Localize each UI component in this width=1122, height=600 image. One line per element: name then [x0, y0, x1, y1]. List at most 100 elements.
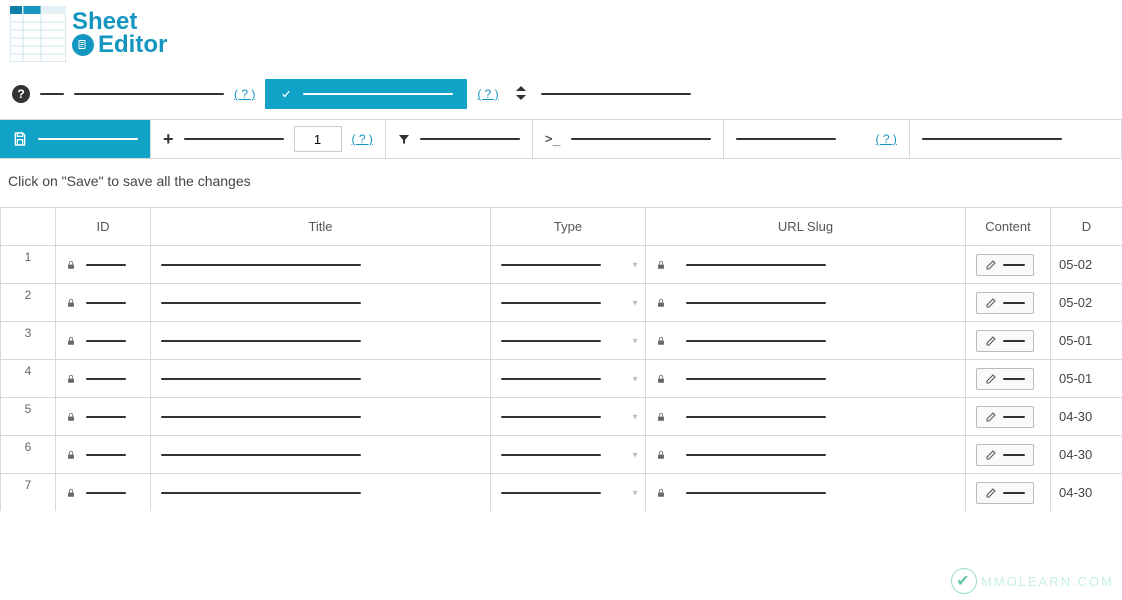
edit-content-button[interactable] — [976, 444, 1034, 466]
help-link-toolbar[interactable]: ( ? ) — [352, 132, 373, 146]
table-row: 3▼05-01 — [0, 321, 1122, 359]
dropdown-arrow-icon[interactable]: ▼ — [631, 298, 639, 307]
dropdown-arrow-icon[interactable]: ▼ — [631, 260, 639, 269]
header-type[interactable]: Type — [490, 207, 645, 245]
date-cell[interactable]: 05-01 — [1050, 359, 1122, 397]
brand-logo: Sheet Editor — [10, 6, 167, 62]
id-cell[interactable] — [55, 359, 150, 397]
toolbar-segment-6[interactable] — [909, 120, 1121, 158]
header-id[interactable]: ID — [55, 207, 150, 245]
type-cell[interactable]: ▼ — [490, 473, 645, 511]
edit-content-button[interactable] — [976, 482, 1034, 504]
edit-content-button[interactable] — [976, 330, 1034, 352]
date-cell[interactable]: 05-02 — [1050, 283, 1122, 321]
edit-content-button[interactable] — [976, 254, 1034, 276]
rownum-cell: 5 — [0, 397, 55, 435]
dropdown-arrow-icon[interactable]: ▼ — [631, 374, 639, 383]
id-cell[interactable] — [55, 283, 150, 321]
terminal-segment[interactable]: >_ — [532, 120, 723, 158]
table-row: 2 ▼ 05-02 — [0, 283, 1122, 321]
header-content[interactable]: Content — [965, 207, 1050, 245]
rownum-cell: 4 — [0, 359, 55, 397]
text-placeholder — [38, 138, 138, 140]
content-cell — [965, 435, 1050, 473]
rows-count-input[interactable] — [294, 126, 342, 152]
slug-cell[interactable] — [645, 435, 965, 473]
id-cell[interactable] — [55, 473, 150, 511]
slug-cell[interactable] — [645, 321, 965, 359]
header-rownum — [0, 207, 55, 245]
filter-segment[interactable] — [385, 120, 532, 158]
primary-action-button[interactable] — [265, 79, 467, 109]
table-row: 7 ▼ 04-30 — [0, 473, 1122, 511]
slug-cell[interactable] — [645, 397, 965, 435]
date-cell[interactable]: 05-02 — [1050, 245, 1122, 283]
content-cell — [965, 397, 1050, 435]
id-cell[interactable] — [55, 435, 150, 473]
edit-content-button[interactable] — [976, 368, 1034, 390]
dropdown-arrow-icon[interactable]: ▼ — [631, 336, 639, 345]
title-cell[interactable] — [150, 473, 490, 511]
type-cell[interactable]: ▼ — [490, 397, 645, 435]
header-controls-bar: ? ( ? ) ( ? ) — [0, 65, 1122, 119]
sort-icon[interactable] — [515, 86, 527, 103]
watermark: ✔ MMOLEARN.COM — [951, 568, 1114, 594]
date-cell[interactable]: 04-30 — [1050, 473, 1122, 511]
edit-content-button[interactable] — [976, 406, 1034, 428]
title-cell[interactable] — [150, 359, 490, 397]
type-cell[interactable]: ▼ — [490, 435, 645, 473]
toolbar-segment-5[interactable]: ( ? ) — [723, 120, 909, 158]
type-cell[interactable]: ▼ — [490, 321, 645, 359]
date-cell[interactable]: 04-30 — [1050, 397, 1122, 435]
type-cell[interactable]: ▼ — [490, 359, 645, 397]
table-row: 5 ▼ 04-30 — [0, 397, 1122, 435]
id-cell[interactable] — [55, 245, 150, 283]
title-cell[interactable] — [150, 397, 490, 435]
watermark-icon: ✔ — [951, 568, 977, 594]
id-cell[interactable] — [55, 321, 150, 359]
date-cell[interactable]: 05-01 — [1050, 321, 1122, 359]
text-placeholder — [184, 138, 284, 140]
header-title[interactable]: Title — [150, 207, 490, 245]
type-cell[interactable]: ▼ — [490, 283, 645, 321]
dropdown-arrow-icon[interactable]: ▼ — [631, 488, 639, 497]
slug-cell[interactable] — [645, 283, 965, 321]
logo-area: Sheet Editor — [0, 0, 1122, 65]
help-link-toolbar-2[interactable]: ( ? ) — [876, 132, 897, 146]
watermark-text: MMOLEARN.COM — [981, 574, 1114, 589]
rownum-cell: 7 — [0, 473, 55, 511]
date-cell[interactable]: 04-30 — [1050, 435, 1122, 473]
table-row: 6▼04-30 — [0, 435, 1122, 473]
plus-icon[interactable]: + — [163, 129, 174, 150]
save-icon — [12, 131, 28, 147]
add-rows-segment: + ( ? ) — [150, 120, 385, 158]
title-cell[interactable] — [150, 435, 490, 473]
header-slug[interactable]: URL Slug — [645, 207, 965, 245]
spreadsheet-grid-icon — [10, 6, 66, 62]
funnel-icon — [398, 133, 410, 145]
help-link-2[interactable]: ( ? ) — [477, 87, 498, 101]
save-button[interactable] — [0, 120, 150, 158]
dropdown-arrow-icon[interactable]: ▼ — [631, 412, 639, 421]
slug-cell[interactable] — [645, 245, 965, 283]
type-cell[interactable]: ▼ — [490, 245, 645, 283]
edit-content-button[interactable] — [976, 292, 1034, 314]
terminal-icon: >_ — [545, 132, 561, 147]
header-date[interactable]: D — [1050, 207, 1122, 245]
slug-cell[interactable] — [645, 359, 965, 397]
title-cell[interactable] — [150, 283, 490, 321]
help-icon[interactable]: ? — [12, 85, 30, 103]
content-cell — [965, 473, 1050, 511]
table-row: 1 ▼ 05-02 — [0, 245, 1122, 283]
brand-line-2: Editor — [98, 34, 167, 57]
id-cell[interactable] — [55, 397, 150, 435]
help-link-1[interactable]: ( ? ) — [234, 87, 255, 101]
slug-cell[interactable] — [645, 473, 965, 511]
rownum-cell: 2 — [0, 283, 55, 321]
save-hint: Click on "Save" to save all the changes — [0, 159, 1122, 207]
title-cell[interactable] — [150, 245, 490, 283]
title-cell[interactable] — [150, 321, 490, 359]
rownum-cell: 1 — [0, 245, 55, 283]
dropdown-arrow-icon[interactable]: ▼ — [631, 450, 639, 459]
content-cell — [965, 245, 1050, 283]
